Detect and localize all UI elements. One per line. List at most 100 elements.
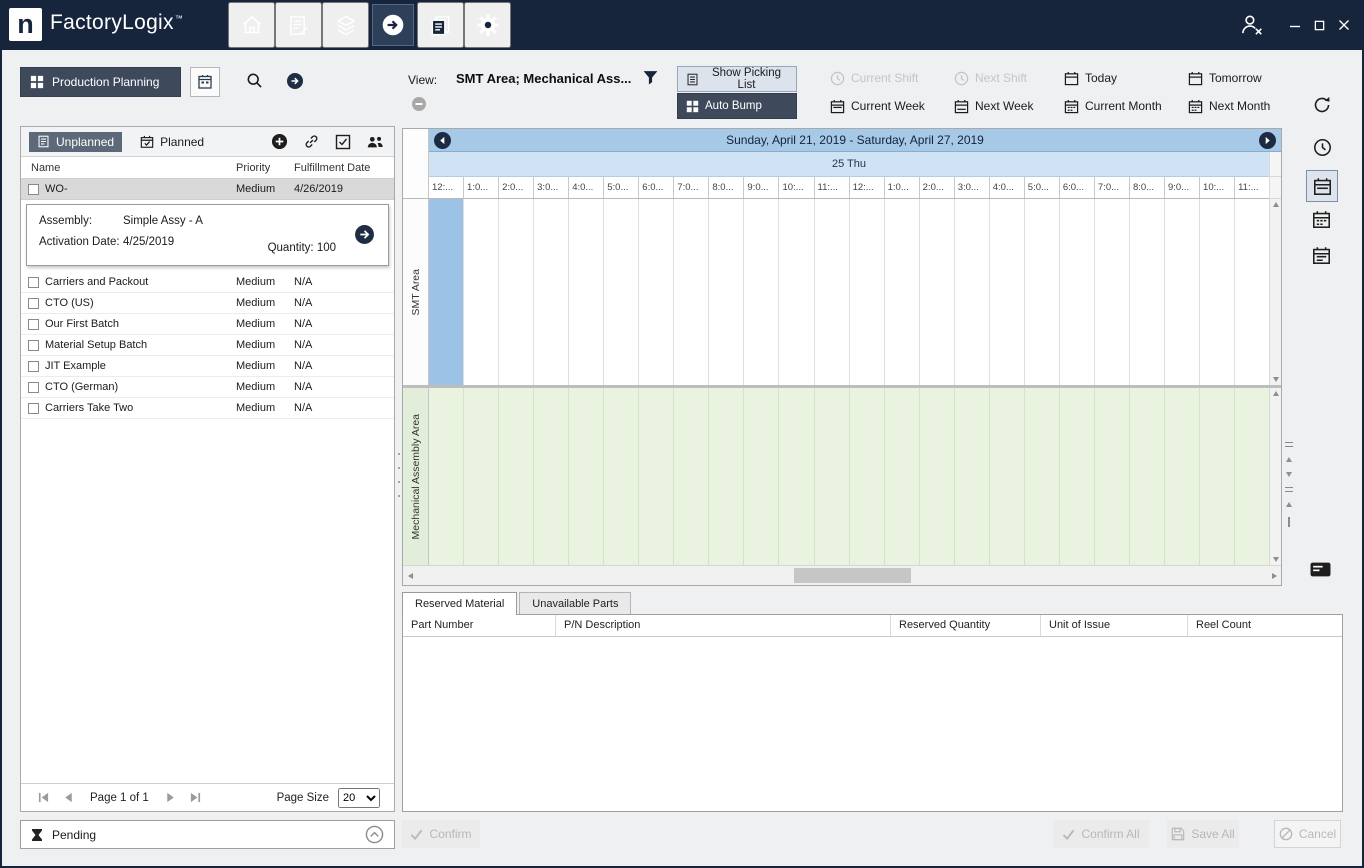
- schedule-cell[interactable]: [850, 199, 885, 385]
- column-fulfillment-date[interactable]: Fulfillment Date: [294, 162, 394, 174]
- column-name[interactable]: Name: [31, 162, 236, 174]
- timeline-view-icon[interactable]: [1312, 246, 1331, 265]
- time-slot-header[interactable]: 11:...: [815, 177, 850, 198]
- scroll-right-arrow[interactable]: [1267, 566, 1281, 585]
- first-page-button[interactable]: [35, 790, 51, 806]
- schedule-cell[interactable]: [1235, 199, 1269, 385]
- schedule-cell[interactable]: [1235, 388, 1269, 565]
- tab-reserved-material[interactable]: Reserved Material: [402, 592, 517, 615]
- page-size-select[interactable]: 20: [338, 788, 380, 808]
- maximize-button[interactable]: [1314, 20, 1325, 31]
- minimize-button[interactable]: [1289, 19, 1301, 31]
- work-order-row[interactable]: CTO (US) Medium N/A: [21, 293, 394, 314]
- assign-users-icon[interactable]: [364, 134, 386, 150]
- production-planning-button[interactable]: Production Planning: [20, 67, 181, 97]
- schedule-cell[interactable]: [569, 199, 604, 385]
- shift-view-icon[interactable]: [1313, 138, 1332, 157]
- schedule-cell[interactable]: [1200, 199, 1235, 385]
- time-slot-header[interactable]: 6:0...: [639, 177, 674, 198]
- confirm-button[interactable]: Confirm: [402, 820, 480, 848]
- close-button[interactable]: [1338, 19, 1350, 31]
- time-slot-header[interactable]: 3:0...: [534, 177, 569, 198]
- collapse-view-icon[interactable]: [411, 96, 427, 112]
- schedule-cell[interactable]: [464, 388, 499, 565]
- schedule-cell[interactable]: [639, 199, 674, 385]
- work-order-row-selected[interactable]: WO- Medium 4/26/2019: [21, 179, 394, 200]
- schedule-cell[interactable]: [429, 199, 464, 385]
- schedule-cell[interactable]: [1060, 388, 1095, 565]
- mech-vertical-scrollbar[interactable]: [1269, 388, 1281, 565]
- time-slot-header[interactable]: 8:0...: [709, 177, 744, 198]
- time-slot-header[interactable]: 9:0...: [744, 177, 779, 198]
- column-header[interactable]: P/N Description: [556, 615, 891, 636]
- work-order-row[interactable]: Carriers and Packout Medium N/A: [21, 272, 394, 293]
- schedule-cell[interactable]: [639, 388, 674, 565]
- schedule-cell[interactable]: [1165, 388, 1200, 565]
- current-shift-button[interactable]: Current Shift: [830, 71, 954, 86]
- goto-icon[interactable]: [286, 72, 304, 90]
- schedule-cell[interactable]: [1025, 199, 1060, 385]
- time-slot-header[interactable]: 4:0...: [990, 177, 1025, 198]
- schedule-cell[interactable]: [920, 199, 955, 385]
- row-checkbox[interactable]: [28, 340, 39, 351]
- schedule-cell[interactable]: [1130, 199, 1165, 385]
- week-view-icon-selected[interactable]: [1306, 170, 1338, 202]
- next-range-button[interactable]: [1259, 132, 1276, 149]
- schedule-work-order-button[interactable]: [354, 224, 375, 245]
- refresh-icon[interactable]: [1312, 95, 1332, 115]
- column-header[interactable]: Reserved Quantity: [891, 615, 1041, 636]
- row-checkbox[interactable]: [28, 277, 39, 288]
- schedule-cell[interactable]: [744, 199, 779, 385]
- schedule-cell[interactable]: [569, 388, 604, 565]
- schedule-splitter-grips[interactable]: [1284, 442, 1294, 527]
- schedule-cell[interactable]: [885, 388, 920, 565]
- schedule-cell[interactable]: [464, 199, 499, 385]
- confirm-all-button[interactable]: Confirm All: [1053, 820, 1149, 848]
- schedule-cell[interactable]: [990, 388, 1025, 565]
- work-order-row[interactable]: Carriers Take Two Medium N/A: [21, 398, 394, 419]
- time-slot-header[interactable]: 5:0...: [604, 177, 639, 198]
- cancel-button[interactable]: Cancel: [1274, 820, 1341, 848]
- settings-gear-icon[interactable]: [464, 2, 511, 48]
- schedule-cell[interactable]: [429, 388, 464, 565]
- previous-range-button[interactable]: [434, 132, 451, 149]
- schedule-cell[interactable]: [779, 199, 814, 385]
- time-slot-header[interactable]: 12:...: [850, 177, 885, 198]
- documents-icon[interactable]: [417, 2, 464, 48]
- schedule-cell[interactable]: [709, 199, 744, 385]
- time-slot-header[interactable]: 7:0...: [1095, 177, 1130, 198]
- schedule-cell[interactable]: [709, 388, 744, 565]
- time-slot-header[interactable]: 6:0...: [1060, 177, 1095, 198]
- work-order-row[interactable]: Material Setup Batch Medium N/A: [21, 335, 394, 356]
- schedule-cell[interactable]: [920, 388, 955, 565]
- schedule-cell[interactable]: [1025, 388, 1060, 565]
- time-slot-header[interactable]: 3:0...: [955, 177, 990, 198]
- schedule-cell[interactable]: [815, 388, 850, 565]
- current-week-button[interactable]: Current Week: [830, 99, 954, 114]
- schedule-cell[interactable]: [604, 388, 639, 565]
- time-slot-header[interactable]: 7:0...: [674, 177, 709, 198]
- work-order-row[interactable]: CTO (German) Medium N/A: [21, 377, 394, 398]
- schedule-cell[interactable]: [955, 388, 990, 565]
- row-checkbox[interactable]: [28, 382, 39, 393]
- time-slot-header[interactable]: 1:0...: [464, 177, 499, 198]
- work-orders-icon[interactable]: [275, 2, 322, 48]
- time-slot-header[interactable]: 5:0...: [1025, 177, 1060, 198]
- view-selector[interactable]: SMT Area; Mechanical Ass...: [456, 71, 631, 86]
- time-slot-header[interactable]: 4:0...: [569, 177, 604, 198]
- schedule-cell[interactable]: [534, 199, 569, 385]
- work-order-row[interactable]: JIT Example Medium N/A: [21, 356, 394, 377]
- planner-board-button[interactable]: [190, 67, 220, 97]
- column-header[interactable]: Reel Count: [1188, 615, 1342, 636]
- row-checkbox[interactable]: [28, 361, 39, 372]
- schedule-cell[interactable]: [744, 388, 779, 565]
- schedule-cell[interactable]: [674, 199, 709, 385]
- smt-vertical-scrollbar[interactable]: [1269, 199, 1281, 385]
- column-header[interactable]: Part Number: [403, 615, 556, 636]
- tab-planned[interactable]: Planned: [132, 132, 212, 152]
- next-shift-button[interactable]: Next Shift: [954, 71, 1064, 86]
- multi-select-icon[interactable]: [332, 134, 354, 150]
- time-slot-header[interactable]: 1:0...: [885, 177, 920, 198]
- time-slot-header[interactable]: 9:0...: [1165, 177, 1200, 198]
- schedule-cell[interactable]: [1165, 199, 1200, 385]
